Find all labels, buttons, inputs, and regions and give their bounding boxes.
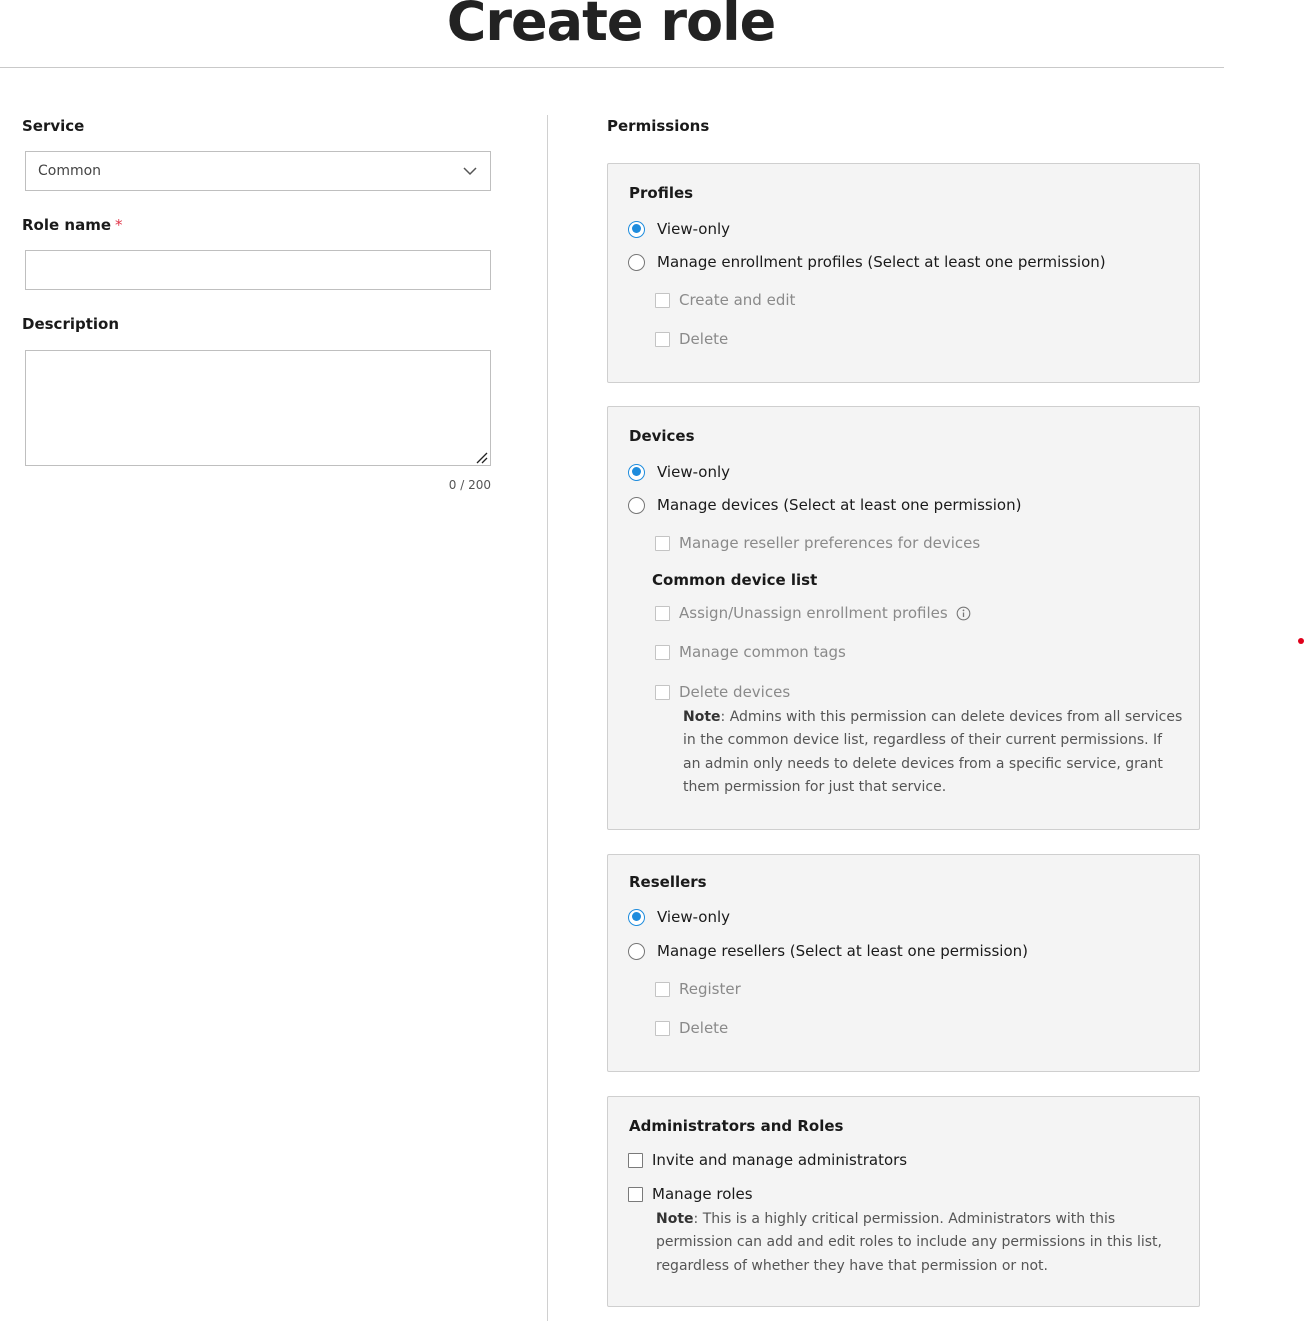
role-name-input[interactable]	[25, 250, 491, 290]
service-select-value: Common	[38, 163, 102, 179]
resellers-delete-option: Delete	[655, 1019, 728, 1037]
devices-manage-label: Manage devices (Select at least one perm…	[657, 496, 1022, 514]
resellers-manage-label: Manage resellers (Select at least one pe…	[657, 942, 1029, 960]
description-char-count: 0 / 200	[448, 478, 491, 492]
resellers-view-only-radio[interactable]	[628, 908, 645, 926]
profiles-create-edit-checkbox	[655, 292, 670, 308]
resellers-register-option: Register	[655, 980, 741, 998]
indicator-dot	[1298, 638, 1304, 644]
admins-note-text: : This is a highly critical permission. …	[656, 1211, 1162, 1274]
devices-delete-option: Delete devices	[655, 683, 790, 701]
profiles-delete-option: Delete	[655, 330, 728, 348]
resellers-manage-option[interactable]: Manage resellers (Select at least one pe…	[628, 942, 1028, 960]
invite-admins-label: Invite and manage administrators	[652, 1151, 908, 1169]
column-divider	[547, 115, 548, 1321]
devices-view-only-option[interactable]: View-only	[628, 463, 730, 481]
devices-manage-tags-checkbox	[655, 644, 670, 660]
devices-note-text: : Admins with this permission can delete…	[683, 709, 1183, 795]
profiles-create-edit-label: Create and edit	[679, 291, 796, 309]
title-divider	[0, 67, 1224, 68]
resellers-delete-checkbox	[655, 1020, 670, 1036]
admins-roles-title: Administrators and Roles	[629, 1117, 844, 1135]
invite-admins-option[interactable]: Invite and manage administrators	[628, 1151, 907, 1169]
profiles-manage-label: Manage enrollment profiles (Select at le…	[657, 253, 1106, 271]
page-title: Create role	[446, 0, 776, 53]
service-select[interactable]: Common	[25, 151, 491, 191]
devices-assign-profiles-option: Assign/Unassign enrollment profiles	[655, 604, 971, 622]
devices-manage-radio[interactable]	[628, 496, 645, 514]
devices-reseller-prefs-option: Manage reseller preferences for devices	[655, 534, 980, 552]
profiles-delete-checkbox	[655, 331, 670, 347]
devices-title: Devices	[629, 427, 695, 445]
profiles-panel: Profiles View-only Manage enrollment pro…	[607, 163, 1200, 383]
devices-manage-option[interactable]: Manage devices (Select at least one perm…	[628, 496, 1021, 514]
profiles-title: Profiles	[629, 184, 694, 202]
profiles-view-only-radio[interactable]	[628, 220, 645, 238]
common-device-list-title: Common device list	[652, 571, 818, 589]
resellers-panel: Resellers View-only Manage resellers (Se…	[607, 854, 1200, 1072]
resellers-register-checkbox	[655, 981, 670, 997]
description-textarea[interactable]	[25, 350, 491, 466]
manage-roles-note: Note: This is a highly critical permissi…	[656, 1208, 1181, 1278]
admins-note-label: Note	[656, 1211, 694, 1227]
manage-roles-checkbox[interactable]	[628, 1186, 643, 1202]
devices-assign-profiles-checkbox	[655, 605, 670, 621]
resellers-title: Resellers	[629, 873, 707, 891]
devices-view-only-radio[interactable]	[628, 463, 645, 481]
permissions-heading: Permissions	[607, 117, 710, 135]
chevron-down-icon	[462, 163, 478, 183]
info-icon[interactable]	[956, 606, 971, 621]
role-name-label-text: Role name	[22, 216, 111, 234]
admins-roles-panel: Administrators and Roles Invite and mana…	[607, 1096, 1200, 1307]
resellers-register-label: Register	[679, 980, 741, 998]
profiles-view-only-option[interactable]: View-only	[628, 220, 730, 238]
resellers-view-only-label: View-only	[657, 908, 731, 926]
devices-reseller-prefs-label: Manage reseller preferences for devices	[679, 534, 981, 552]
manage-roles-option[interactable]: Manage roles	[628, 1185, 753, 1203]
devices-panel: Devices View-only Manage devices (Select…	[607, 406, 1200, 830]
devices-assign-profiles-label: Assign/Unassign enrollment profiles	[679, 604, 948, 622]
devices-manage-tags-option: Manage common tags	[655, 643, 846, 661]
profiles-manage-radio[interactable]	[628, 253, 645, 271]
description-label: Description	[22, 315, 120, 333]
invite-admins-checkbox[interactable]	[628, 1152, 643, 1168]
service-label: Service	[22, 117, 85, 135]
profiles-view-only-label: View-only	[657, 220, 731, 238]
profiles-manage-option[interactable]: Manage enrollment profiles (Select at le…	[628, 253, 1106, 271]
resellers-manage-radio[interactable]	[628, 942, 645, 960]
required-marker: *	[115, 216, 123, 234]
devices-view-only-label: View-only	[657, 463, 731, 481]
profiles-create-edit-option: Create and edit	[655, 291, 795, 309]
devices-reseller-prefs-checkbox	[655, 535, 670, 551]
devices-delete-label: Delete devices	[679, 683, 791, 701]
devices-delete-note: Note: Admins with this permission can de…	[683, 706, 1183, 799]
profiles-delete-label: Delete	[679, 330, 729, 348]
devices-delete-checkbox	[655, 684, 670, 700]
manage-roles-label: Manage roles	[652, 1185, 753, 1203]
role-name-label: Role name *	[22, 216, 123, 234]
devices-note-label: Note	[683, 709, 721, 725]
resellers-view-only-option[interactable]: View-only	[628, 908, 730, 926]
resellers-delete-label: Delete	[679, 1019, 729, 1037]
resize-grip-icon[interactable]	[474, 449, 488, 468]
devices-manage-tags-label: Manage common tags	[679, 643, 846, 661]
